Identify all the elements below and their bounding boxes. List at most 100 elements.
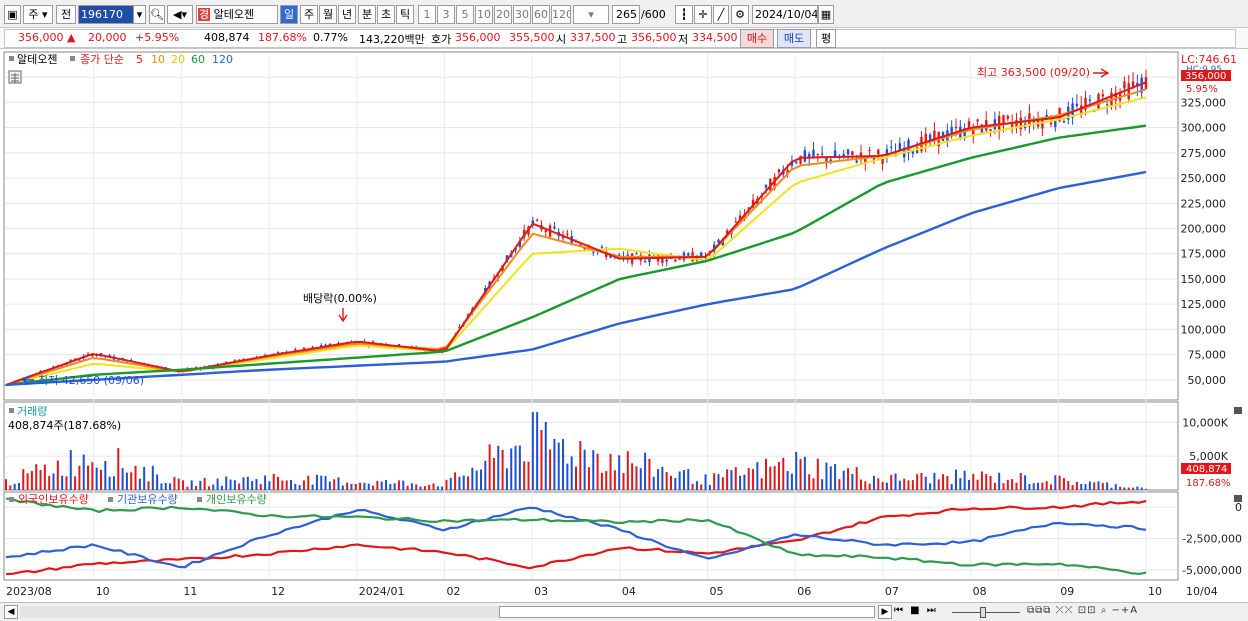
candle-body — [1131, 81, 1135, 87]
price-tick-label: 200,000 — [1181, 223, 1227, 236]
volume-panel-close-icon[interactable] — [1234, 407, 1242, 414]
quote-bar: 356,000 ▲ 20,000 +5.95% 408,874 187.68% … — [0, 28, 1248, 49]
sell-button[interactable]: 매도 — [777, 29, 811, 48]
trend-line-icon[interactable]: ╱ — [713, 5, 729, 24]
all-time-high-note: 최고 363,500 (09/20) — [977, 66, 1090, 79]
legend-ma5[interactable]: 5 — [136, 53, 143, 66]
interval-1[interactable]: 1 — [418, 5, 436, 24]
period-monthly[interactable]: 월 — [319, 5, 337, 24]
volume-title[interactable]: 거래량 — [17, 405, 47, 418]
bar-count-input[interactable]: 265 — [612, 5, 640, 24]
volume-bar — [691, 483, 694, 490]
x-tick-label: 02 — [446, 585, 460, 598]
volume-bar — [436, 486, 439, 490]
volume-bar — [445, 479, 448, 490]
legend-individual[interactable]: 개인보유수량 — [206, 493, 267, 506]
volume-bar — [467, 476, 470, 490]
search-icon[interactable]: 🔍︎ — [149, 5, 165, 24]
legend-ma120[interactable]: 120 — [212, 53, 233, 66]
period-second[interactable]: 초 — [377, 5, 395, 24]
volume-bar — [713, 473, 716, 490]
volume-bar — [367, 483, 370, 490]
bottom-scrollbar[interactable]: ◀ ▶ ⏮ ■ ⏭ ⧉⧉⧉ ⤫⤫ ⊡⊡ ⌕ −+A — [0, 602, 1248, 621]
volume-bar — [1075, 481, 1078, 490]
scroll-left-icon[interactable]: ◀ — [4, 605, 18, 619]
period-minute[interactable]: 분 — [358, 5, 376, 24]
buy-button[interactable]: 매수 — [740, 29, 774, 48]
volume-bar — [505, 468, 508, 490]
x-tick-label: 05 — [710, 585, 724, 598]
legend-institution[interactable]: 기관보유수량 — [117, 493, 178, 506]
zoom-slider-thumb[interactable] — [980, 607, 986, 618]
volume-bar — [462, 475, 465, 490]
chevron-down-icon[interactable]: ▾ — [133, 5, 146, 24]
interval-30[interactable]: 30 — [513, 5, 531, 24]
date-input[interactable]: 2024/10/04 — [752, 5, 818, 24]
volume-bar — [151, 465, 154, 490]
volume-bar — [540, 429, 543, 490]
price-tick-label: 325,000 — [1181, 96, 1227, 109]
legend-ma10[interactable]: 10 — [151, 53, 165, 66]
x-tick-label: 11 — [183, 585, 197, 598]
candle-body — [566, 233, 569, 235]
speaker-icon[interactable]: ◀▾ — [167, 5, 193, 24]
volume-bar — [87, 465, 90, 490]
interval-5[interactable]: 5 — [456, 5, 474, 24]
interval-10[interactable]: 10 — [475, 5, 493, 24]
volume-bar — [13, 483, 16, 490]
volume-bar — [91, 462, 94, 490]
legend-stock-name[interactable]: 알테오젠 — [17, 52, 57, 66]
calendar-icon[interactable]: ▦ — [818, 5, 834, 24]
candle-body — [687, 253, 690, 256]
candle-type-icon[interactable]: ┇ — [675, 5, 693, 24]
main-toolbar: ▣ 주 ▾ 전 196170 ▾ 🔍︎ ◀▾ 경 알테오젠 일 주 월 년 분 … — [0, 0, 1248, 28]
crosshair-icon[interactable]: ✛ — [694, 5, 712, 24]
interval-60[interactable]: 60 — [532, 5, 550, 24]
price-tick-label: 275,000 — [1181, 147, 1227, 160]
volume-bar — [829, 466, 832, 490]
stock-name-field[interactable]: 경 알테오젠 — [196, 5, 278, 24]
period-daily[interactable]: 일 — [280, 5, 298, 24]
volume-bar — [665, 472, 668, 490]
evaluation-button[interactable]: 평 — [816, 29, 836, 48]
period-weekly[interactable]: 주 — [300, 5, 318, 24]
tool-icons[interactable]: ⧉⧉⧉ ⤫⤫ ⊡⊡ ⌕ −+A — [1027, 605, 1138, 616]
period-tick[interactable]: 틱 — [396, 5, 414, 24]
x-tick-label: 03 — [534, 585, 548, 598]
volume-bar — [410, 483, 413, 490]
legend-foreign[interactable]: 외국인보유수량 — [18, 493, 89, 506]
settings-gear-icon[interactable]: ⚙ — [731, 5, 749, 24]
volume-bar — [704, 474, 707, 490]
legend-ma60[interactable]: 60 — [191, 53, 205, 66]
zoom-slider[interactable] — [952, 605, 1022, 619]
interval-3[interactable]: 3 — [437, 5, 455, 24]
legend-ma-label[interactable]: 종가 단순 — [80, 53, 124, 66]
interval-custom-select[interactable]: ▾ — [573, 5, 609, 24]
interval-20[interactable]: 20 — [494, 5, 512, 24]
holders-panel-close-icon[interactable] — [1234, 495, 1242, 502]
volume-bar — [156, 474, 159, 490]
volume-bar — [488, 444, 491, 490]
x-tick-label: 12 — [271, 585, 285, 598]
candle-body — [678, 258, 681, 260]
volume-bar — [143, 466, 146, 490]
volume-bar — [302, 480, 305, 490]
chart-area[interactable]: 50,000 75,000 100,000 125,000 150,000 175,000… — [0, 50, 1248, 602]
window-menu-button[interactable]: ▣ — [4, 5, 21, 24]
scroll-right-icon[interactable]: ▶ — [878, 605, 892, 619]
scroll-track[interactable] — [20, 606, 875, 618]
period-yearly[interactable]: 년 — [338, 5, 356, 24]
volume-bar — [82, 454, 85, 490]
volume-bar — [600, 472, 603, 490]
volume-bar — [5, 479, 7, 490]
prev-button[interactable]: 전 — [56, 5, 76, 24]
candle-body — [777, 169, 781, 173]
volume-bar — [963, 470, 966, 490]
market-select[interactable]: 주 ▾ — [23, 5, 53, 24]
current-price: 356,000 ▲ — [18, 31, 76, 44]
scroll-thumb[interactable] — [499, 606, 875, 618]
interval-120[interactable]: 120 — [551, 5, 571, 24]
legend-ma20[interactable]: 20 — [171, 53, 185, 66]
playback-controls[interactable]: ⏮ ■ ⏭ — [894, 605, 938, 616]
x-last-date-label: 10/04 — [1186, 585, 1218, 598]
